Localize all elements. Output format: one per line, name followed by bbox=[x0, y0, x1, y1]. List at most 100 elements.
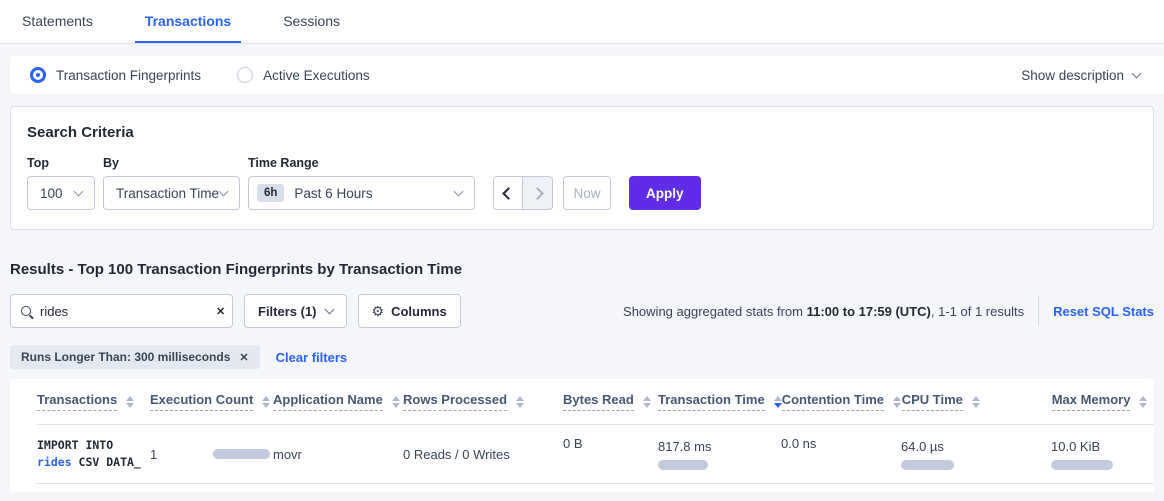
top-field: Top 100 bbox=[27, 156, 95, 210]
column-header-transaction-time[interactable]: Transaction Time bbox=[658, 392, 782, 411]
chevron-down-icon bbox=[324, 304, 334, 314]
cpu-time-value: 64.0 µs bbox=[901, 439, 1051, 454]
sort-icon bbox=[972, 396, 980, 408]
time-range-value: Past 6 Hours bbox=[294, 186, 372, 201]
application-name-cell: movr bbox=[273, 447, 403, 462]
clear-filters-link[interactable]: Clear filters bbox=[276, 350, 348, 365]
radio-label: Active Executions bbox=[263, 68, 370, 83]
column-header-max-memory[interactable]: Max Memory bbox=[1052, 392, 1154, 411]
tab-statements[interactable]: Statements bbox=[12, 1, 103, 43]
apply-button[interactable]: Apply bbox=[629, 176, 701, 210]
time-range-badge: 6h bbox=[257, 184, 284, 202]
filters-button[interactable]: Filters (1) bbox=[244, 294, 347, 328]
results-search-box: ✕ bbox=[10, 294, 233, 328]
filter-pill[interactable]: Runs Longer Than: 300 milliseconds ✕ bbox=[10, 345, 260, 369]
chevron-right-icon bbox=[531, 187, 544, 200]
cpu-time-bar bbox=[901, 460, 954, 470]
stats-prefix: Showing aggregated stats from bbox=[623, 304, 807, 319]
sort-icon bbox=[516, 396, 524, 408]
contention-time-cell: 0.0 ns bbox=[781, 425, 901, 451]
cpu-time-cell: 64.0 µs bbox=[901, 439, 1051, 470]
transaction-time-value: 817.8 ms bbox=[658, 439, 781, 454]
next-range-button[interactable] bbox=[523, 176, 553, 210]
column-header-execution-count[interactable]: Execution Count bbox=[150, 392, 273, 411]
max-memory-bar bbox=[1051, 460, 1113, 470]
gear-icon: ⚙ bbox=[372, 303, 385, 320]
view-toggle-bar: Transaction Fingerprints Active Executio… bbox=[10, 56, 1164, 94]
columns-button-label: Columns bbox=[391, 304, 447, 319]
by-select-value: Transaction Time bbox=[116, 186, 219, 201]
chevron-down-icon bbox=[454, 186, 464, 196]
sql-line-1: IMPORT INTO bbox=[37, 437, 150, 454]
previous-range-button[interactable] bbox=[493, 176, 523, 210]
results-controls: ✕ Filters (1) ⚙ Columns Showing aggregat… bbox=[10, 294, 1154, 328]
time-range-select[interactable]: 6h Past 6 Hours bbox=[248, 176, 475, 210]
top-select[interactable]: 100 bbox=[27, 176, 95, 210]
vertical-divider bbox=[1038, 296, 1039, 326]
radio-unselected-icon bbox=[237, 67, 253, 83]
chevron-down-icon bbox=[1132, 68, 1142, 78]
transaction-fingerprint-link[interactable]: IMPORT INTO rides CSV DATA_ bbox=[37, 437, 150, 471]
now-button[interactable]: Now bbox=[563, 176, 611, 210]
time-range-field: Time Range 6h Past 6 Hours bbox=[248, 156, 475, 210]
execution-count-cell: 1 bbox=[150, 447, 273, 462]
active-filters-row: Runs Longer Than: 300 milliseconds ✕ Cle… bbox=[10, 345, 1154, 369]
search-input[interactable] bbox=[40, 304, 216, 319]
max-memory-cell: 10.0 KiB bbox=[1051, 439, 1154, 470]
tab-sessions[interactable]: Sessions bbox=[273, 1, 350, 43]
filters-button-label: Filters (1) bbox=[258, 304, 317, 319]
reset-sql-stats-link[interactable]: Reset SQL Stats bbox=[1053, 304, 1154, 319]
stats-time-range: 11:00 to 17:59 (UTC) bbox=[807, 304, 931, 319]
bytes-read-cell: 0 B bbox=[563, 425, 658, 451]
column-header-transactions[interactable]: Transactions bbox=[37, 392, 150, 411]
show-description-toggle[interactable]: Show description bbox=[1021, 68, 1140, 83]
transaction-time-cell: 817.8 ms bbox=[658, 439, 781, 470]
chevron-down-icon bbox=[219, 186, 229, 196]
table-row: IMPORT INTO rides CSV DATA_ 1 movr 0 Rea… bbox=[37, 425, 1154, 484]
top-label: Top bbox=[27, 156, 95, 170]
max-memory-value: 10.0 KiB bbox=[1051, 439, 1154, 454]
column-header-rows-processed[interactable]: Rows Processed bbox=[403, 392, 563, 411]
chevron-down-icon bbox=[74, 186, 84, 196]
aggregated-stats-text: Showing aggregated stats from 11:00 to 1… bbox=[623, 304, 1024, 319]
results-table: Transactions Execution Count Application… bbox=[10, 379, 1154, 492]
time-range-label: Time Range bbox=[248, 156, 475, 170]
execution-count-bar bbox=[213, 449, 270, 459]
sort-icon bbox=[392, 396, 400, 408]
columns-button[interactable]: ⚙ Columns bbox=[358, 294, 461, 328]
table-header-row: Transactions Execution Count Application… bbox=[37, 379, 1154, 425]
rows-processed-cell: 0 Reads / 0 Writes bbox=[403, 447, 563, 462]
radio-selected-icon bbox=[30, 67, 46, 83]
top-select-value: 100 bbox=[40, 186, 63, 201]
execution-count-value: 1 bbox=[150, 447, 157, 462]
column-header-contention-time[interactable]: Contention Time bbox=[782, 392, 902, 411]
sort-icon bbox=[262, 396, 270, 408]
remove-filter-icon[interactable]: ✕ bbox=[239, 351, 248, 364]
tab-bar: Statements Transactions Sessions bbox=[0, 0, 1164, 44]
time-range-nav bbox=[493, 176, 553, 210]
sort-icon bbox=[1139, 396, 1147, 408]
column-header-bytes-read[interactable]: Bytes Read bbox=[563, 392, 658, 411]
sort-icon-active-desc bbox=[774, 396, 782, 408]
sort-icon bbox=[126, 396, 134, 408]
search-icon bbox=[21, 306, 31, 316]
stats-suffix: , 1-1 of 1 results bbox=[931, 304, 1024, 319]
results-heading: Results - Top 100 Transaction Fingerprin… bbox=[10, 261, 1154, 278]
tab-transactions[interactable]: Transactions bbox=[135, 1, 241, 43]
search-criteria-controls: Top 100 By Transaction Time Time Range 6… bbox=[27, 156, 1137, 210]
clear-search-icon[interactable]: ✕ bbox=[216, 305, 225, 318]
radio-transaction-fingerprints[interactable]: Transaction Fingerprints bbox=[30, 67, 201, 83]
by-select[interactable]: Transaction Time bbox=[103, 176, 240, 210]
column-header-cpu-time[interactable]: CPU Time bbox=[902, 392, 1052, 411]
sort-icon bbox=[643, 396, 651, 408]
search-criteria-card: Search Criteria Top 100 By Transaction T… bbox=[10, 106, 1154, 230]
transaction-time-bar bbox=[658, 460, 708, 470]
radio-label: Transaction Fingerprints bbox=[56, 68, 201, 83]
by-label: By bbox=[103, 156, 240, 170]
show-description-label: Show description bbox=[1021, 68, 1124, 83]
radio-active-executions[interactable]: Active Executions bbox=[237, 67, 370, 83]
chevron-left-icon bbox=[502, 187, 515, 200]
column-header-application-name[interactable]: Application Name bbox=[273, 392, 403, 411]
by-field: By Transaction Time bbox=[103, 156, 240, 210]
filter-pill-label: Runs Longer Than: 300 milliseconds bbox=[21, 350, 230, 364]
